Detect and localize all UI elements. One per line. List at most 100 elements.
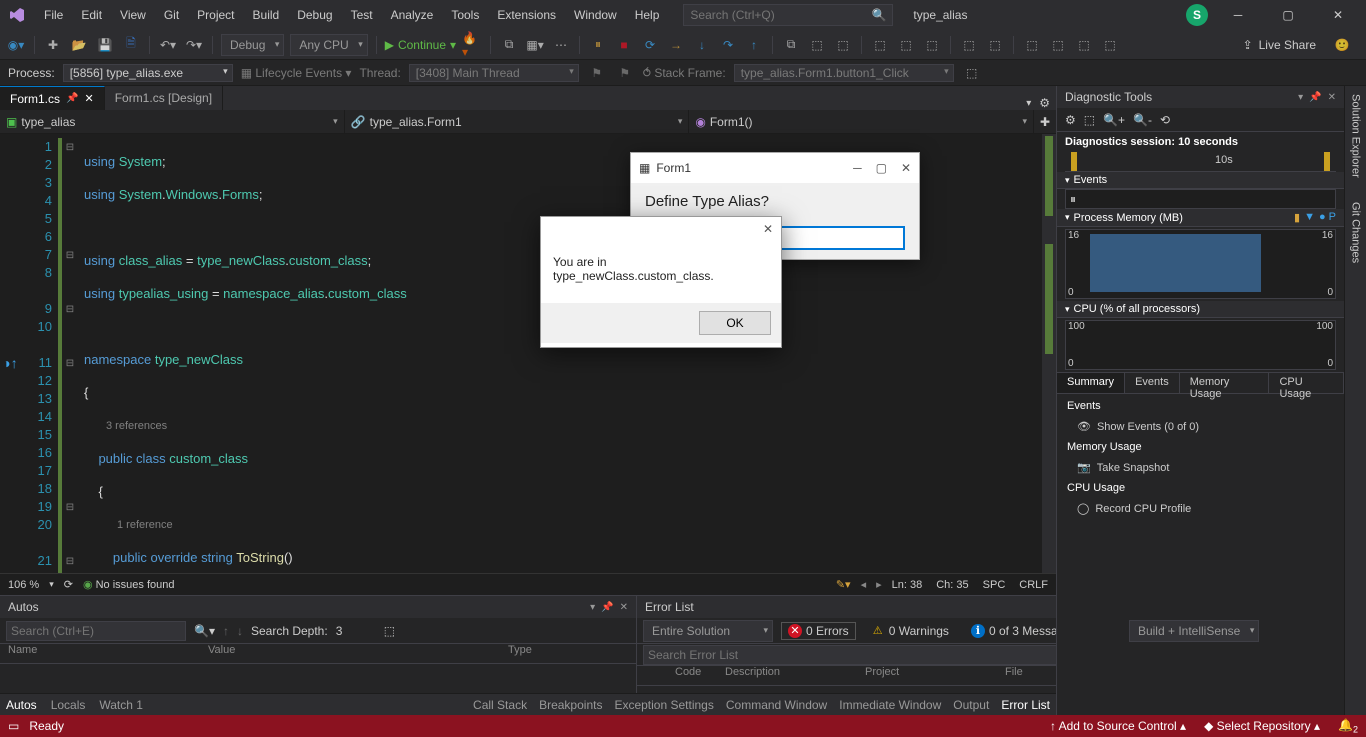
char-col[interactable]: Ch: 35: [936, 579, 968, 591]
nav-member-combo[interactable]: ◉ Form1(): [689, 110, 1034, 133]
health-indicator[interactable]: ◉ No issues found: [83, 578, 175, 591]
nav-next-icon[interactable]: ▸: [876, 578, 882, 591]
codelens[interactable]: 1 reference: [117, 519, 173, 531]
tab-exception[interactable]: Exception Settings: [614, 698, 713, 712]
save-all-icon[interactable]: 🗎: [121, 35, 141, 55]
menu-window[interactable]: Window: [566, 4, 625, 26]
menu-project[interactable]: Project: [189, 4, 242, 26]
show-next-icon[interactable]: →: [666, 35, 686, 55]
dropdown-icon[interactable]: ▾: [1026, 98, 1031, 109]
menu-view[interactable]: View: [112, 4, 154, 26]
global-search[interactable]: 🔍: [683, 4, 893, 26]
lifecycle-events[interactable]: ▦ Lifecycle Events ▾: [241, 66, 352, 80]
vtab-git-changes[interactable]: Git Changes: [1348, 198, 1364, 267]
col-name[interactable]: Name: [8, 644, 208, 663]
dropdown-icon[interactable]: ▾: [1298, 92, 1303, 103]
eol-mode[interactable]: CRLF: [1019, 579, 1048, 591]
nav-project-combo[interactable]: ▣ type_alias: [0, 110, 345, 133]
arrow-down-icon[interactable]: ↓: [237, 624, 243, 638]
flag-icon[interactable]: ⚑: [587, 63, 607, 83]
tab-immediate[interactable]: Immediate Window: [839, 698, 941, 712]
line-col[interactable]: Ln: 38: [892, 579, 923, 591]
intellisense-combo[interactable]: Build + IntelliSense: [1129, 620, 1259, 642]
refresh-icon[interactable]: ⟳: [64, 578, 73, 591]
tool-icon[interactable]: ⬚: [1100, 35, 1120, 55]
diag-tab-cpu[interactable]: CPU Usage: [1269, 373, 1344, 393]
add-source-control[interactable]: ↑ Add to Source Control ▴: [1050, 719, 1186, 733]
menu-test[interactable]: Test: [343, 4, 381, 26]
menu-edit[interactable]: Edit: [73, 4, 110, 26]
restart-icon[interactable]: ⟳: [640, 35, 660, 55]
notifications-icon[interactable]: 🔔2: [1338, 718, 1358, 734]
menu-file[interactable]: File: [36, 4, 71, 26]
vtab-solution-explorer[interactable]: Solution Explorer: [1348, 90, 1364, 182]
menu-help[interactable]: Help: [627, 4, 668, 26]
minimize-button[interactable]: ─: [1218, 0, 1258, 30]
step-into-icon[interactable]: ↓: [692, 35, 712, 55]
errors-filter[interactable]: ✕0 Errors: [781, 622, 856, 640]
feedback-icon[interactable]: 🙂: [1332, 35, 1352, 55]
live-share[interactable]: ⇪ Live Share 🙂: [1243, 35, 1360, 55]
diag-tab-summary[interactable]: Summary: [1057, 373, 1125, 393]
tool-icon[interactable]: ⧉: [781, 35, 801, 55]
tab-errorlist[interactable]: Error List: [1001, 698, 1050, 712]
stop-icon[interactable]: ■: [614, 35, 634, 55]
account-avatar[interactable]: S: [1186, 4, 1208, 26]
section-cpu[interactable]: CPU (% of all processors): [1057, 301, 1344, 318]
close-button[interactable]: ✕: [1318, 0, 1358, 30]
link-snapshot[interactable]: 📷Take Snapshot: [1057, 457, 1344, 478]
link-record-cpu[interactable]: ◯Record CPU Profile: [1057, 498, 1344, 519]
pin-icon[interactable]: 📌: [66, 93, 78, 104]
code-scrollbar[interactable]: [1042, 134, 1056, 573]
diag-tab-memory[interactable]: Memory Usage: [1180, 373, 1270, 393]
step-out-icon[interactable]: ↑: [744, 35, 764, 55]
autos-search-input[interactable]: [6, 621, 186, 641]
save-icon[interactable]: 💾: [95, 35, 115, 55]
undo-icon[interactable]: ↶▾: [158, 35, 178, 55]
tool-icon[interactable]: ⬚: [985, 35, 1005, 55]
continue-button[interactable]: ▶ Continue ▾: [385, 38, 456, 52]
minimize-button[interactable]: ─: [853, 161, 862, 175]
close-tab-icon[interactable]: ✕: [84, 92, 93, 105]
nav-back-icon[interactable]: ◉▾: [6, 35, 26, 55]
col-value[interactable]: Value: [208, 644, 508, 663]
app-titlebar[interactable]: ▦Form1 ─▢✕: [631, 153, 919, 183]
zoom-out-icon[interactable]: 🔍-: [1133, 113, 1152, 127]
tool-icon[interactable]: ⬚: [870, 35, 890, 55]
tool-icon[interactable]: ⬚: [959, 35, 979, 55]
search-depth-combo[interactable]: 3: [336, 624, 376, 638]
codelens[interactable]: 3 references: [106, 420, 167, 432]
menu-debug[interactable]: Debug: [289, 4, 340, 26]
breakpoint-icon[interactable]: ◑↑: [2, 355, 17, 371]
stack-frame-combo[interactable]: type_alias.Form1.button1_Click: [734, 64, 954, 82]
open-icon[interactable]: 📂: [69, 35, 89, 55]
global-search-input[interactable]: [690, 8, 871, 22]
menu-tools[interactable]: Tools: [443, 4, 487, 26]
search-icon[interactable]: 🔍▾: [194, 624, 215, 638]
tool-icon[interactable]: ⬚: [1074, 35, 1094, 55]
menu-build[interactable]: Build: [245, 4, 288, 26]
tab-form1-cs[interactable]: Form1.cs 📌 ✕: [0, 86, 105, 110]
tool-icon[interactable]: ⬚: [1022, 35, 1042, 55]
cpu-chart[interactable]: 100 0 100 0: [1065, 320, 1336, 370]
pin-icon[interactable]: 📌: [601, 602, 613, 613]
step-icon[interactable]: ⋯: [551, 35, 571, 55]
settings-icon[interactable]: ⚙: [1039, 96, 1050, 110]
close-button[interactable]: ✕: [901, 161, 911, 175]
tool-icon[interactable]: ⬚: [1048, 35, 1068, 55]
maximize-button[interactable]: ▢: [1268, 0, 1308, 30]
tool-icon[interactable]: ⬚: [1084, 113, 1095, 127]
section-memory[interactable]: Process Memory (MB)▮▼● P: [1057, 209, 1344, 227]
tab-output[interactable]: Output: [953, 698, 989, 712]
process-combo[interactable]: [5856] type_alias.exe: [63, 64, 233, 82]
close-icon[interactable]: ✕: [620, 602, 628, 613]
zoom-in-icon[interactable]: 🔍+: [1103, 113, 1125, 127]
pin-icon[interactable]: 📌: [1309, 92, 1321, 103]
split-icon[interactable]: ✚: [1034, 110, 1056, 133]
nav-class-combo[interactable]: 🔗 type_alias.Form1: [345, 110, 690, 133]
tab-autos[interactable]: Autos: [6, 698, 37, 712]
scope-combo[interactable]: Entire Solution: [643, 620, 773, 642]
gear-icon[interactable]: ⚙: [1065, 113, 1076, 127]
arrow-up-icon[interactable]: ↑: [223, 624, 229, 638]
tab-breakpoints[interactable]: Breakpoints: [539, 698, 602, 712]
